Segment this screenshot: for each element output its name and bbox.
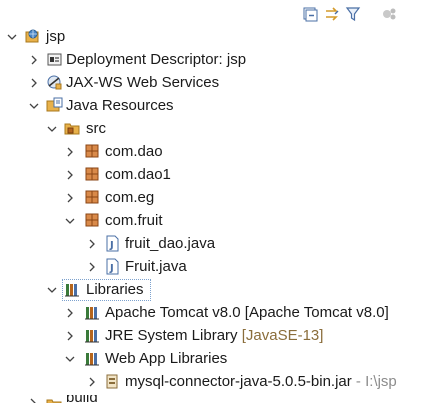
tree-item-package[interactable]: com.dao xyxy=(0,140,429,163)
chevron-down-icon[interactable] xyxy=(64,347,76,370)
web-services-icon xyxy=(46,74,63,91)
chevron-right-icon[interactable] xyxy=(28,395,38,403)
chevron-down-icon[interactable] xyxy=(46,117,58,140)
tree-item-label: JAX-WS Web Services xyxy=(66,74,220,91)
view-menu-icon[interactable] xyxy=(382,6,398,22)
svg-text:J: J xyxy=(109,263,114,274)
tree-item-web-app-libraries[interactable]: Web App Libraries xyxy=(0,347,429,370)
tree-item-label: Java Resources xyxy=(66,97,174,114)
chevron-right-icon[interactable] xyxy=(64,324,76,347)
tree-item-src[interactable]: src xyxy=(0,117,429,140)
view-toolbar xyxy=(0,0,429,28)
java-file-icon: J xyxy=(104,235,121,252)
chevron-down-icon[interactable] xyxy=(46,278,58,301)
chevron-down-icon[interactable] xyxy=(64,209,76,232)
library-icon xyxy=(84,327,101,344)
tree-item-build[interactable]: build xyxy=(0,395,429,403)
java-file-icon: J xyxy=(104,258,121,275)
java-resources-icon xyxy=(46,97,63,114)
deployment-descriptor-icon xyxy=(46,51,63,68)
tree-item-package[interactable]: com.fruit xyxy=(0,209,429,232)
libraries-icon xyxy=(64,281,81,298)
library-icon xyxy=(84,350,101,367)
tree-item-label: Fruit.java xyxy=(125,258,187,275)
tree-item-decoration: [JavaSE-13] xyxy=(241,327,324,344)
tree-item-libraries[interactable]: Libraries xyxy=(0,278,429,301)
tree-item-java-file[interactable]: J fruit_dao.java xyxy=(0,232,429,255)
package-icon xyxy=(84,189,101,206)
filter-icon[interactable] xyxy=(345,6,361,22)
tree-item-label: JRE System Library xyxy=(105,327,238,344)
package-icon xyxy=(84,212,101,229)
tree-item-label: mysql-connector-java-5.0.5-bin.jar xyxy=(125,373,352,390)
tree-item-label: Deployment Descriptor: jsp xyxy=(66,51,247,68)
link-with-editor-icon[interactable] xyxy=(324,6,340,22)
tree-item-label-group: JRE System Library [JavaSE-13] xyxy=(105,324,323,347)
web-project-icon xyxy=(24,28,41,45)
tree-item-deployment-descriptor[interactable]: Deployment Descriptor: jsp xyxy=(0,48,429,71)
chevron-right-icon[interactable] xyxy=(86,232,98,255)
chevron-right-icon[interactable] xyxy=(28,48,40,71)
chevron-down-icon[interactable] xyxy=(6,25,18,48)
chevron-down-icon[interactable] xyxy=(28,94,40,117)
library-icon xyxy=(84,304,101,321)
tree-item-jsp[interactable]: jsp xyxy=(0,25,429,48)
tree-item-label: com.dao xyxy=(105,143,163,160)
tree-item-package[interactable]: com.dao1 xyxy=(0,163,429,186)
chevron-right-icon[interactable] xyxy=(28,71,40,94)
chevron-right-icon[interactable] xyxy=(86,255,98,278)
tree-item-decoration: - I:\jsp xyxy=(351,373,397,390)
tree-item-mysql-jar[interactable]: mysql-connector-java-5.0.5-bin.jar - I:\… xyxy=(0,370,429,393)
tree-item-label: com.eg xyxy=(105,189,155,206)
tree-item-jre-system-library[interactable]: JRE System Library [JavaSE-13] xyxy=(0,324,429,347)
tree-item-label: fruit_dao.java xyxy=(125,235,216,252)
tree-item-label: jsp xyxy=(46,28,66,45)
tree-item-java-resources[interactable]: Java Resources xyxy=(0,94,429,117)
chevron-right-icon[interactable] xyxy=(86,370,98,393)
chevron-right-icon[interactable] xyxy=(64,301,76,324)
tree-item-label: com.dao1 xyxy=(105,166,171,183)
svg-text:J: J xyxy=(109,240,114,251)
chevron-right-icon[interactable] xyxy=(64,140,76,163)
source-folder-icon xyxy=(64,120,81,137)
tree-item-jax-ws[interactable]: JAX-WS Web Services xyxy=(0,71,429,94)
tree-item-package[interactable]: com.eg xyxy=(0,186,429,209)
tree-item-label: build xyxy=(66,395,98,403)
tree-item-apache-tomcat[interactable]: Apache Tomcat v8.0 [Apache Tomcat v8.0] xyxy=(0,301,429,324)
tree-item-label: Apache Tomcat v8.0 [Apache Tomcat v8.0] xyxy=(105,304,389,321)
chevron-right-icon[interactable] xyxy=(64,186,76,209)
package-icon xyxy=(84,143,101,160)
tree-item-java-file[interactable]: J Fruit.java xyxy=(0,255,429,278)
project-explorer-tree: jsp Deployment Descriptor: jsp JAX-WS We… xyxy=(0,25,429,393)
tree-item-label: Libraries xyxy=(86,281,144,298)
folder-icon xyxy=(46,396,63,403)
package-icon xyxy=(84,166,101,183)
tree-item-label: src xyxy=(86,120,106,137)
tree-item-label: Web App Libraries xyxy=(105,350,228,367)
tree-item-label-group: mysql-connector-java-5.0.5-bin.jar - I:\… xyxy=(125,370,397,393)
chevron-right-icon[interactable] xyxy=(64,163,76,186)
collapse-all-icon[interactable] xyxy=(302,6,318,22)
jar-file-icon xyxy=(104,373,121,390)
tree-item-label: com.fruit xyxy=(105,212,163,229)
